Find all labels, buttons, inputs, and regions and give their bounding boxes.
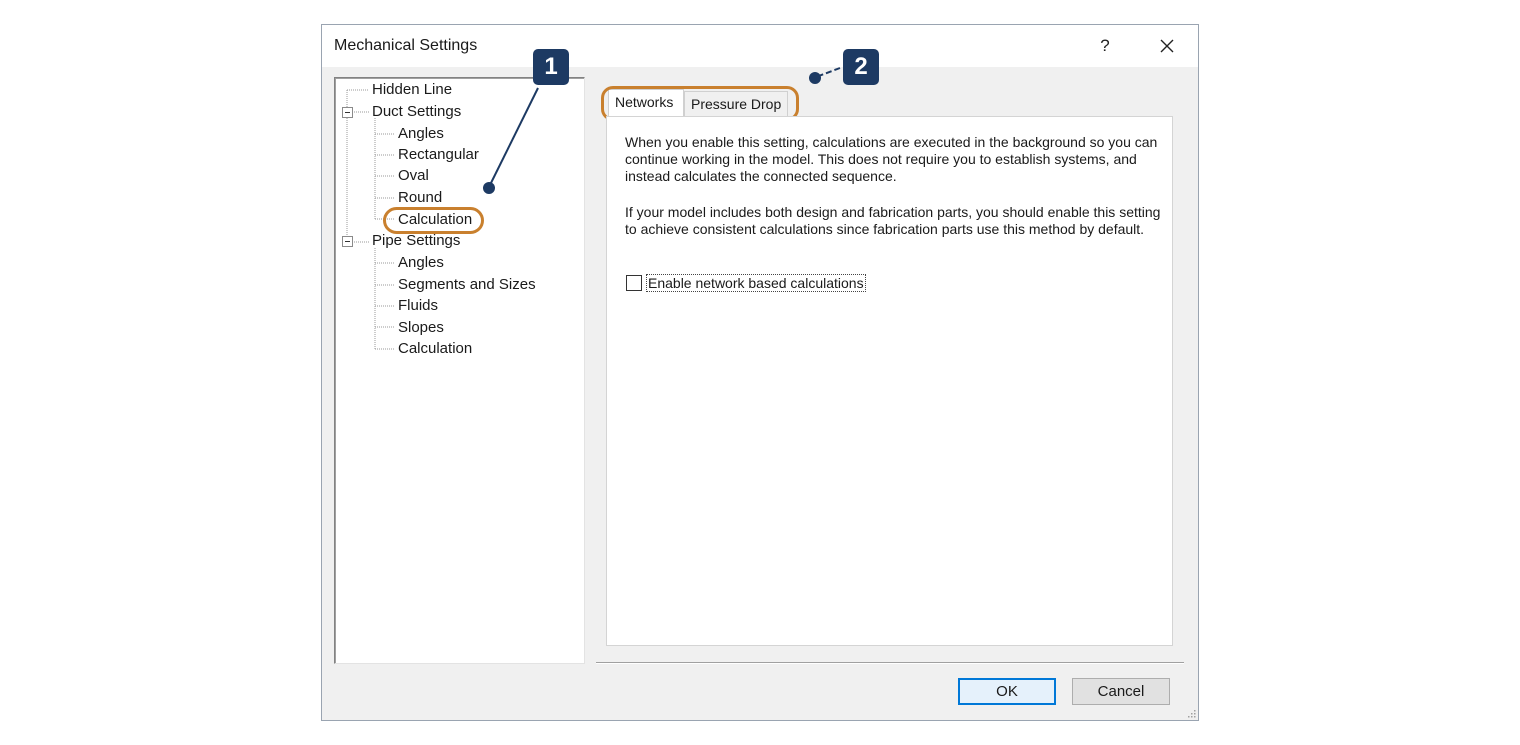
networks-panel: When you enable this setting, calculatio… [606,116,1173,646]
duct-settings-collapse-icon[interactable] [342,107,353,118]
tree-item-pipe-calculation[interactable]: Calculation [398,340,472,358]
networks-fabrication-note: If your model includes both design and f… [625,204,1161,237]
help-button[interactable]: ? [1090,31,1120,61]
tree-item-pipe-angles[interactable]: Angles [398,254,444,272]
callout-badge-2: 2 [843,49,879,85]
tree-item-pipe-slopes[interactable]: Slopes [398,319,444,337]
tree-item-duct-round[interactable]: Round [398,189,442,207]
networks-description: When you enable this setting, calculatio… [625,134,1158,184]
ok-button[interactable]: OK [958,678,1056,705]
tree-item-hidden-line[interactable]: Hidden Line [372,81,452,99]
pipe-settings-collapse-icon[interactable] [342,236,353,247]
cancel-button[interactable]: Cancel [1072,678,1170,705]
tree-item-pipe-segments-and-sizes[interactable]: Segments and Sizes [398,276,536,294]
calculation-highlight [383,207,484,234]
settings-tree[interactable]: Hidden Line Duct Settings Angles Rectang… [334,77,585,664]
tree-item-pipe-fluids[interactable]: Fluids [398,297,438,315]
tree-item-pipe-settings[interactable]: Pipe Settings [372,232,460,250]
resize-grip-icon[interactable] [1186,708,1196,718]
tree-item-duct-settings[interactable]: Duct Settings [372,103,461,121]
close-button[interactable] [1150,31,1184,61]
footer-separator [596,662,1184,664]
close-icon [1160,39,1174,53]
tree-item-duct-rectangular[interactable]: Rectangular [398,146,479,164]
dialog-title: Mechanical Settings [334,37,478,54]
tree-item-duct-angles[interactable]: Angles [398,125,444,143]
tree-connector-lines [346,89,395,350]
mechanical-settings-dialog: Mechanical Settings ? Hidden Line Duct S… [321,24,1199,721]
tree-item-duct-oval[interactable]: Oval [398,167,429,185]
title-bar: Mechanical Settings ? [322,25,1198,67]
network-calculations-checkbox[interactable] [626,275,642,291]
callout-badge-1: 1 [533,49,569,85]
network-calculations-label[interactable]: Enable network based calculations [646,274,866,292]
